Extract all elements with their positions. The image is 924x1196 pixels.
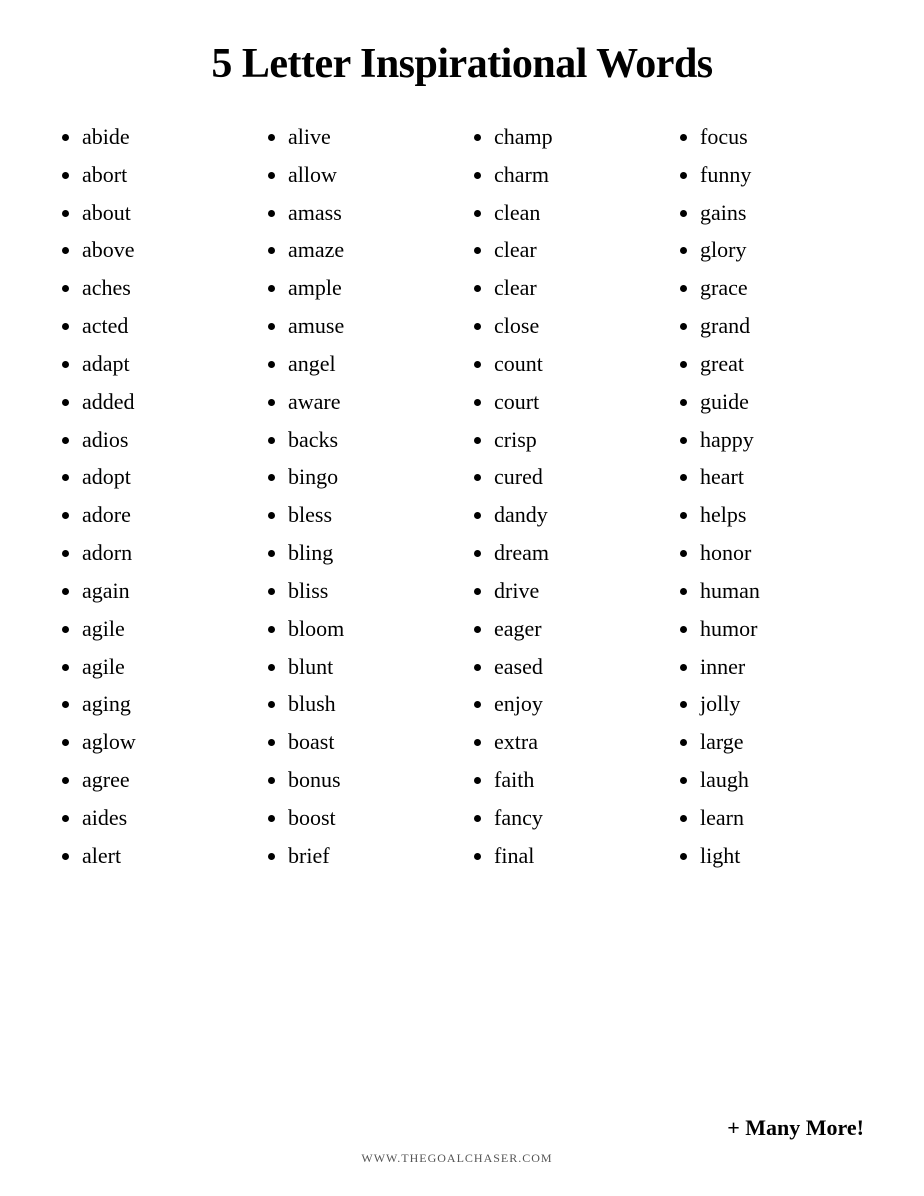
list-item: abort bbox=[82, 156, 246, 194]
list-item: great bbox=[700, 345, 864, 383]
column-2: aliveallowamassamazeampleamuseangelaware… bbox=[256, 118, 462, 1095]
list-item: again bbox=[82, 572, 246, 610]
list-item: blush bbox=[288, 685, 452, 723]
column-4: focusfunnygainsglorygracegrandgreatguide… bbox=[668, 118, 874, 1095]
list-item: close bbox=[494, 307, 658, 345]
list-item: happy bbox=[700, 421, 864, 459]
list-item: acted bbox=[82, 307, 246, 345]
list-item: glory bbox=[700, 231, 864, 269]
list-item: final bbox=[494, 837, 658, 875]
list-item: ample bbox=[288, 269, 452, 307]
list-item: above bbox=[82, 231, 246, 269]
list-item: dream bbox=[494, 534, 658, 572]
list-item: court bbox=[494, 383, 658, 421]
list-item: extra bbox=[494, 723, 658, 761]
list-item: charm bbox=[494, 156, 658, 194]
list-item: aware bbox=[288, 383, 452, 421]
list-item: cured bbox=[494, 458, 658, 496]
list-item: alert bbox=[82, 837, 246, 875]
list-item: agree bbox=[82, 761, 246, 799]
list-item: boast bbox=[288, 723, 452, 761]
list-item: abide bbox=[82, 118, 246, 156]
list-item: amaze bbox=[288, 231, 452, 269]
list-item: angel bbox=[288, 345, 452, 383]
list-item: boost bbox=[288, 799, 452, 837]
footer: + Many More! WWW.THEGOALCHASER.COM bbox=[50, 1115, 874, 1166]
list-item: count bbox=[494, 345, 658, 383]
list-item: focus bbox=[700, 118, 864, 156]
list-item: agile bbox=[82, 610, 246, 648]
list-item: bloom bbox=[288, 610, 452, 648]
list-item: adore bbox=[82, 496, 246, 534]
list-item: aging bbox=[82, 685, 246, 723]
list-item: backs bbox=[288, 421, 452, 459]
list-item: bingo bbox=[288, 458, 452, 496]
list-item: funny bbox=[700, 156, 864, 194]
list-item: fancy bbox=[494, 799, 658, 837]
page-title: 5 Letter Inspirational Words bbox=[211, 40, 712, 88]
list-item: crisp bbox=[494, 421, 658, 459]
list-item: adorn bbox=[82, 534, 246, 572]
list-item: agile bbox=[82, 648, 246, 686]
list-item: clean bbox=[494, 194, 658, 232]
list-item: drive bbox=[494, 572, 658, 610]
list-item: aches bbox=[82, 269, 246, 307]
list-item: jolly bbox=[700, 685, 864, 723]
many-more-label: + Many More! bbox=[727, 1115, 864, 1141]
list-item: adapt bbox=[82, 345, 246, 383]
list-item: guide bbox=[700, 383, 864, 421]
list-item: eager bbox=[494, 610, 658, 648]
list-item: aglow bbox=[82, 723, 246, 761]
list-item: human bbox=[700, 572, 864, 610]
list-item: blunt bbox=[288, 648, 452, 686]
list-item: gains bbox=[700, 194, 864, 232]
list-item: helps bbox=[700, 496, 864, 534]
list-item: bonus bbox=[288, 761, 452, 799]
word-columns: abideabortaboutaboveachesactedadaptadded… bbox=[50, 118, 874, 1095]
list-item: humor bbox=[700, 610, 864, 648]
list-item: learn bbox=[700, 799, 864, 837]
list-item: honor bbox=[700, 534, 864, 572]
list-item: bliss bbox=[288, 572, 452, 610]
list-item: grace bbox=[700, 269, 864, 307]
list-item: added bbox=[82, 383, 246, 421]
list-item: clear bbox=[494, 231, 658, 269]
list-item: dandy bbox=[494, 496, 658, 534]
list-item: amass bbox=[288, 194, 452, 232]
list-item: light bbox=[700, 837, 864, 875]
list-item: faith bbox=[494, 761, 658, 799]
list-item: inner bbox=[700, 648, 864, 686]
list-item: about bbox=[82, 194, 246, 232]
list-item: clear bbox=[494, 269, 658, 307]
list-item: enjoy bbox=[494, 685, 658, 723]
list-item: champ bbox=[494, 118, 658, 156]
list-item: grand bbox=[700, 307, 864, 345]
list-item: adopt bbox=[82, 458, 246, 496]
list-item: amuse bbox=[288, 307, 452, 345]
list-item: eased bbox=[494, 648, 658, 686]
list-item: bless bbox=[288, 496, 452, 534]
list-item: brief bbox=[288, 837, 452, 875]
list-item: allow bbox=[288, 156, 452, 194]
list-item: bling bbox=[288, 534, 452, 572]
website-label: WWW.THEGOALCHASER.COM bbox=[50, 1151, 864, 1166]
list-item: adios bbox=[82, 421, 246, 459]
list-item: large bbox=[700, 723, 864, 761]
column-3: champcharmcleanclearclearclosecountcourt… bbox=[462, 118, 668, 1095]
list-item: alive bbox=[288, 118, 452, 156]
list-item: laugh bbox=[700, 761, 864, 799]
list-item: aides bbox=[82, 799, 246, 837]
column-1: abideabortaboutaboveachesactedadaptadded… bbox=[50, 118, 256, 1095]
list-item: heart bbox=[700, 458, 864, 496]
